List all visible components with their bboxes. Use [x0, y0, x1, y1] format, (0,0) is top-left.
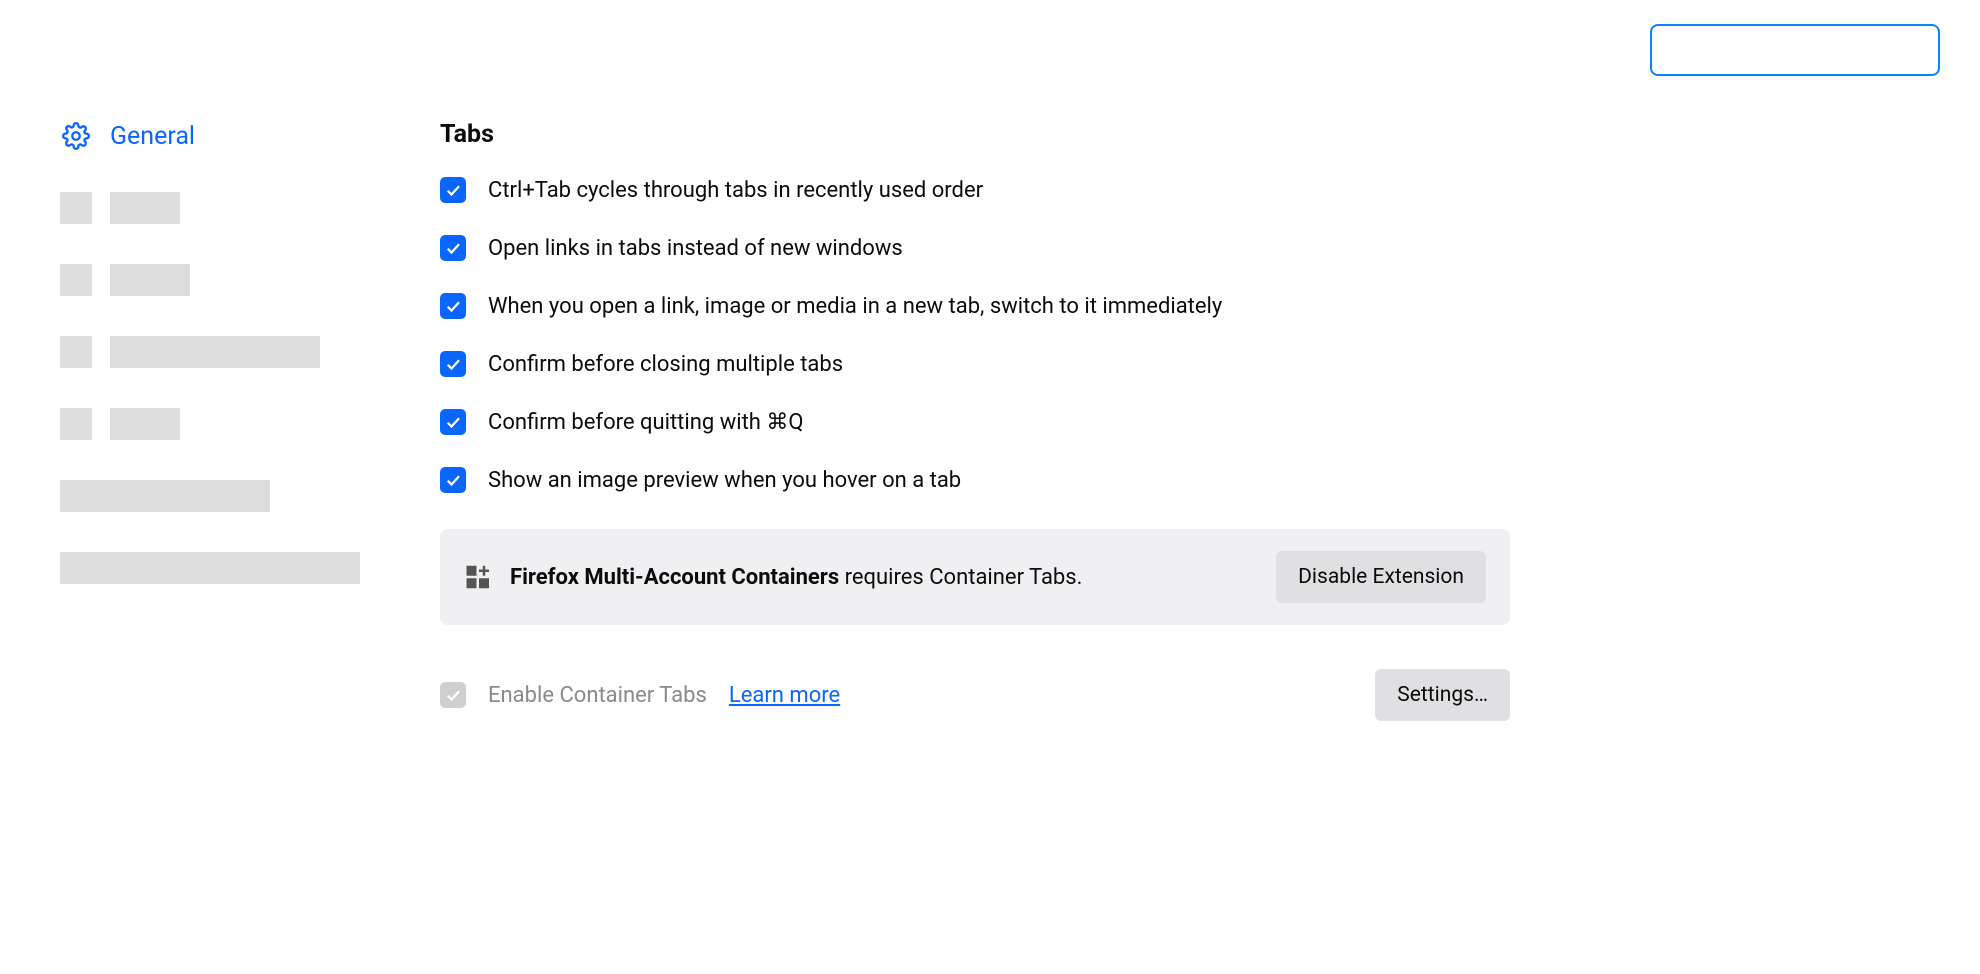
sidebar-placeholder [60, 264, 380, 296]
notice-rest: requires Container Tabs. [839, 565, 1082, 590]
extension-notice: Firefox Multi-Account Containers require… [440, 529, 1510, 625]
notice-text: Firefox Multi-Account Containers require… [510, 565, 1260, 590]
option-label: When you open a link, image or media in … [488, 294, 1222, 319]
option-label: Ctrl+Tab cycles through tabs in recently… [488, 178, 983, 203]
checkbox-icon[interactable] [440, 409, 466, 435]
sidebar-placeholder [60, 192, 380, 224]
sidebar-placeholder [60, 552, 380, 584]
option-label: Show an image preview when you hover on … [488, 468, 961, 493]
container-settings-button[interactable]: Settings… [1375, 669, 1510, 721]
sidebar: General [60, 120, 380, 721]
disable-extension-button[interactable]: Disable Extension [1276, 551, 1486, 603]
main-content: Tabs Ctrl+Tab cycles through tabs in rec… [440, 120, 1510, 721]
option-confirm-close-multiple[interactable]: Confirm before closing multiple tabs [440, 351, 1510, 377]
checkbox-icon[interactable] [440, 351, 466, 377]
option-ctrl-tab[interactable]: Ctrl+Tab cycles through tabs in recently… [440, 177, 1510, 203]
checkbox-icon[interactable] [440, 177, 466, 203]
sidebar-placeholder [60, 336, 380, 368]
option-switch-new-tab[interactable]: When you open a link, image or media in … [440, 293, 1510, 319]
sidebar-item-general[interactable]: General [60, 120, 380, 152]
search-input[interactable] [1650, 24, 1940, 76]
checkbox-icon [440, 682, 466, 708]
option-hover-preview[interactable]: Show an image preview when you hover on … [440, 467, 1510, 493]
containers-icon [464, 562, 494, 592]
sidebar-item-label: General [110, 122, 195, 151]
option-confirm-quit[interactable]: Confirm before quitting with ⌘Q [440, 409, 1510, 435]
enable-container-tabs-label: Enable Container Tabs [488, 683, 707, 708]
checkbox-icon[interactable] [440, 467, 466, 493]
extension-name: Firefox Multi-Account Containers [510, 565, 839, 590]
section-title: Tabs [440, 120, 1510, 149]
option-open-links-tabs[interactable]: Open links in tabs instead of new window… [440, 235, 1510, 261]
learn-more-link[interactable]: Learn more [729, 683, 840, 708]
option-label: Confirm before closing multiple tabs [488, 352, 843, 377]
checkbox-icon[interactable] [440, 235, 466, 261]
option-label: Open links in tabs instead of new window… [488, 236, 903, 261]
option-label: Confirm before quitting with ⌘Q [488, 410, 803, 435]
sidebar-placeholder [60, 408, 380, 440]
gear-icon [60, 120, 92, 152]
sidebar-placeholder [60, 480, 380, 512]
checkbox-icon[interactable] [440, 293, 466, 319]
